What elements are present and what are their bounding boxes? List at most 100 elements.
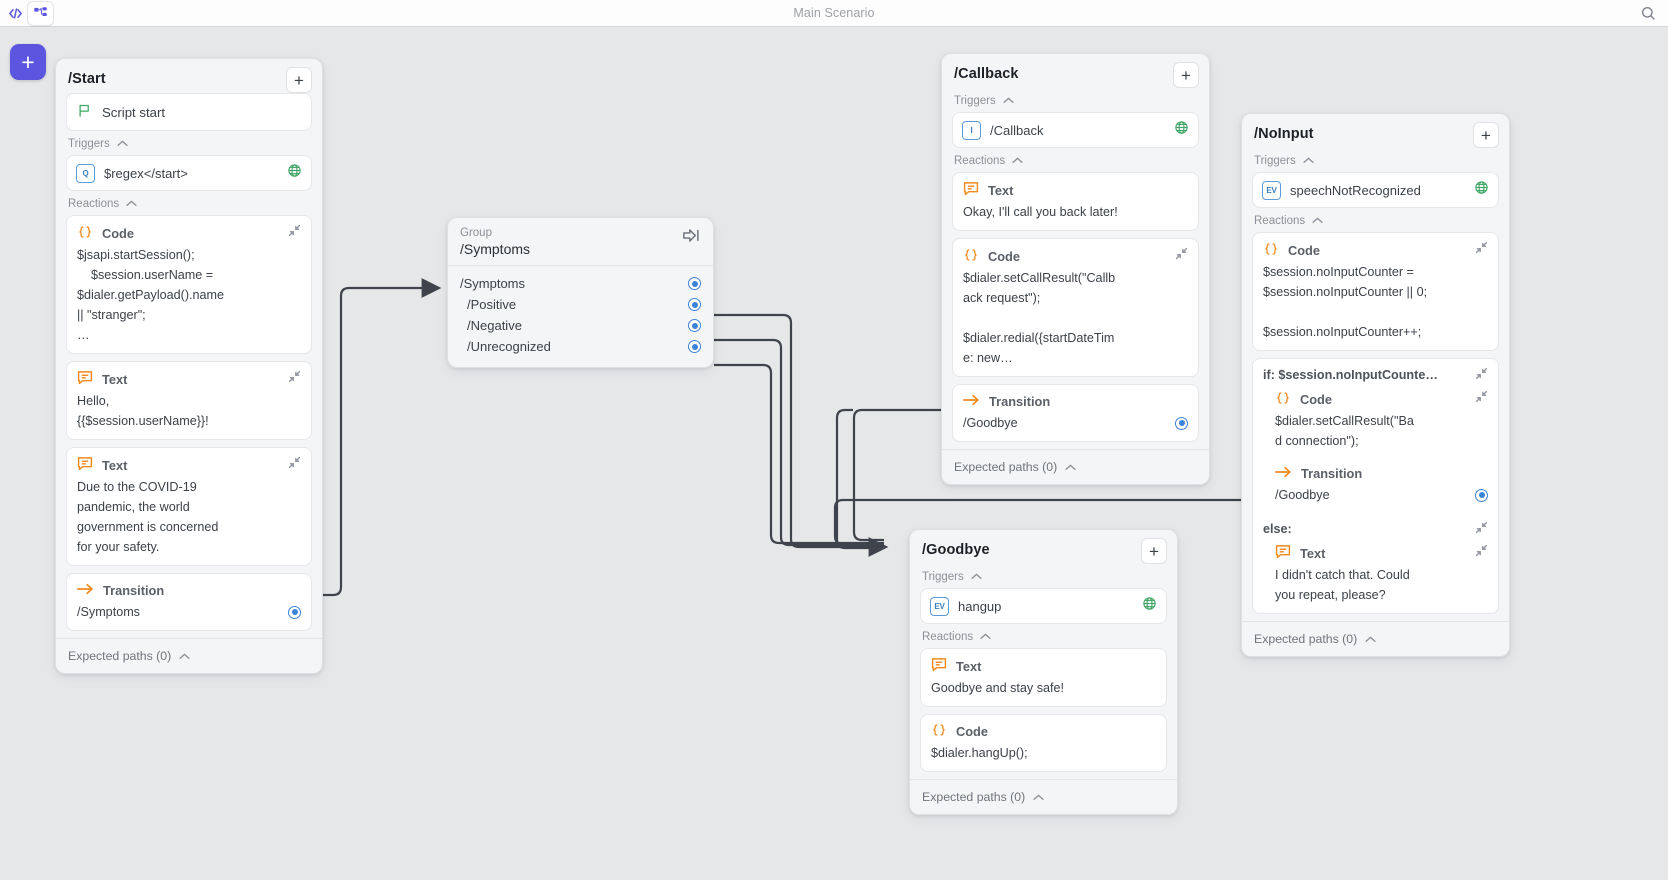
triggers-section-label[interactable]: Triggers [920, 564, 1167, 588]
group-item-port[interactable] [688, 340, 701, 353]
expected-paths-footer[interactable]: Expected paths (0) [942, 449, 1209, 484]
else-branch: Text I didn't catch that. Could you repe… [1263, 537, 1488, 605]
trigger-type-badge: EV [1262, 180, 1281, 200]
reaction-kind: Code [1300, 391, 1332, 407]
expected-paths-footer[interactable]: Expected paths (0) [1242, 621, 1509, 656]
collapse-icon[interactable] [288, 456, 301, 474]
flow-canvas[interactable]: + /Start + Script start Triggers Q $rege… [0, 27, 1668, 880]
triggers-section-label[interactable]: Triggers [1252, 148, 1499, 172]
collapse-icon[interactable] [288, 224, 301, 242]
reaction-card[interactable]: Code $dialer.hangUp(); [920, 714, 1167, 772]
group-item-row[interactable]: /Negative [460, 315, 701, 336]
transition-port[interactable] [1475, 488, 1488, 502]
group-item-port[interactable] [688, 277, 701, 290]
reaction-kind: Code [956, 724, 988, 739]
collapse-icon[interactable] [1475, 521, 1488, 537]
globe-icon[interactable] [1174, 120, 1189, 140]
expected-paths-label: Expected paths (0) [922, 790, 1026, 804]
reactions-section-label[interactable]: Reactions [952, 148, 1199, 172]
node-header: /NoInput + [1252, 122, 1499, 148]
add-item-button[interactable]: + [1141, 538, 1167, 564]
enter-group-icon[interactable] [682, 227, 701, 249]
transition-target: /Goodbye [963, 416, 1018, 430]
transition-card[interactable]: Transition /Symptoms [66, 573, 312, 631]
triggers-section-label[interactable]: Triggers [952, 88, 1199, 112]
trigger-row[interactable]: EV speechNotRecognized [1252, 172, 1499, 208]
node-start[interactable]: /Start + Script start Triggers Q $regex<… [55, 58, 323, 674]
search-icon[interactable] [1640, 5, 1656, 26]
reaction-card[interactable]: Text Hello, {{$session.userName}}! [66, 361, 312, 440]
node-goodbye[interactable]: /Goodbye + Triggers EV hangup Reactions [909, 529, 1178, 815]
add-node-button[interactable]: + [10, 44, 46, 80]
transition-card[interactable]: Transition /Goodbye [952, 384, 1199, 442]
reaction-card[interactable]: Code $jsapi.startSession(); $session.use… [66, 215, 312, 354]
collapse-icon[interactable] [1175, 247, 1188, 265]
trigger-row[interactable]: I /Callback [952, 112, 1199, 148]
node-header: /Start + [66, 67, 312, 93]
transition-header: Transition [77, 582, 301, 599]
trigger-label: speechNotRecognized [1290, 182, 1421, 198]
transition-port[interactable] [1175, 416, 1188, 430]
node-header: /Goodbye + [920, 538, 1167, 564]
trigger-label: /Callback [990, 122, 1044, 138]
add-item-button[interactable]: + [1473, 122, 1499, 148]
trigger-type-badge: Q [76, 163, 95, 183]
script-start-row[interactable]: Script start [66, 93, 312, 131]
collapse-icon[interactable] [288, 370, 301, 388]
reactions-section-label[interactable]: Reactions [66, 191, 312, 215]
group-item-row[interactable]: /Unrecognized [460, 336, 701, 357]
triggers-text: Triggers [954, 95, 996, 107]
add-item-button[interactable]: + [286, 67, 312, 93]
arrow-right-icon [1275, 465, 1292, 482]
reaction-card[interactable]: Code $dialer.setCallResult("Callb ack re… [952, 238, 1199, 377]
arrow-right-icon [963, 393, 980, 410]
group-item-port[interactable] [688, 319, 701, 332]
triggers-section-label[interactable]: Triggers [66, 131, 312, 155]
chevron-up-icon [1033, 790, 1044, 804]
condition-header: if: $session.noInputCounte… [1263, 367, 1488, 383]
expected-paths-footer[interactable]: Expected paths (0) [910, 779, 1177, 814]
reactions-section-label[interactable]: Reactions [920, 624, 1167, 648]
reactions-section-label[interactable]: Reactions [1252, 208, 1499, 232]
trigger-row[interactable]: EV hangup [920, 588, 1167, 624]
script-start-label: Script start [102, 104, 166, 120]
reaction-body: $dialer.setCallResult("Ba d connection")… [1275, 414, 1414, 448]
reactions-text: Reactions [922, 631, 974, 643]
node-group-symptoms[interactable]: Group /Symptoms /Symptoms /Positive /Neg… [447, 217, 714, 368]
reaction-card[interactable]: Code $session.noInputCounter = $session.… [1252, 232, 1499, 351]
expected-paths-footer[interactable]: Expected paths (0) [56, 638, 322, 673]
condition-block[interactable]: if: $session.noInputCounte… Code $dialer… [1252, 358, 1499, 614]
group-item-label: /Unrecognized [467, 339, 551, 354]
else-label: else: [1263, 522, 1292, 536]
group-item-row[interactable]: /Symptoms [460, 273, 701, 294]
reactions-text: Reactions [68, 198, 120, 210]
expected-paths-label: Expected paths (0) [1254, 632, 1358, 646]
node-noinput[interactable]: /NoInput + Triggers EV speechNotRecogniz… [1241, 113, 1510, 657]
add-item-button[interactable]: + [1173, 62, 1199, 88]
flag-icon [77, 103, 92, 121]
reaction-card[interactable]: Text Goodbye and stay safe! [920, 648, 1167, 707]
reaction-card[interactable]: Text Okay, I'll call you back later! [952, 172, 1199, 231]
triggers-text: Triggers [68, 138, 110, 150]
expected-paths-label: Expected paths (0) [68, 649, 172, 663]
collapse-icon[interactable] [1475, 544, 1488, 562]
group-item-port[interactable] [688, 298, 701, 311]
group-item-row[interactable]: /Positive [460, 294, 701, 315]
node-title: /Callback [954, 66, 1019, 82]
collapse-icon[interactable] [1475, 390, 1488, 408]
chevron-up-icon [126, 198, 137, 210]
collapse-icon[interactable] [1475, 241, 1488, 259]
code-icon [1275, 391, 1291, 408]
transition-port[interactable] [288, 605, 301, 619]
collapse-icon[interactable] [1475, 367, 1488, 383]
code-icon [77, 225, 93, 242]
reaction-card[interactable]: Text Due to the COVID-19 pandemic, the w… [66, 447, 312, 566]
globe-icon[interactable] [287, 163, 302, 183]
else-header: else: [1263, 505, 1488, 537]
reaction-body: Due to the COVID-19 pandemic, the world … [77, 480, 219, 554]
globe-icon[interactable] [1142, 596, 1157, 616]
globe-icon[interactable] [1474, 180, 1489, 200]
node-callback[interactable]: /Callback + Triggers I /Callback Reactio… [941, 53, 1210, 485]
trigger-row[interactable]: Q $regex</start> [66, 155, 312, 191]
reaction-body: $dialer.hangUp(); [931, 746, 1028, 760]
